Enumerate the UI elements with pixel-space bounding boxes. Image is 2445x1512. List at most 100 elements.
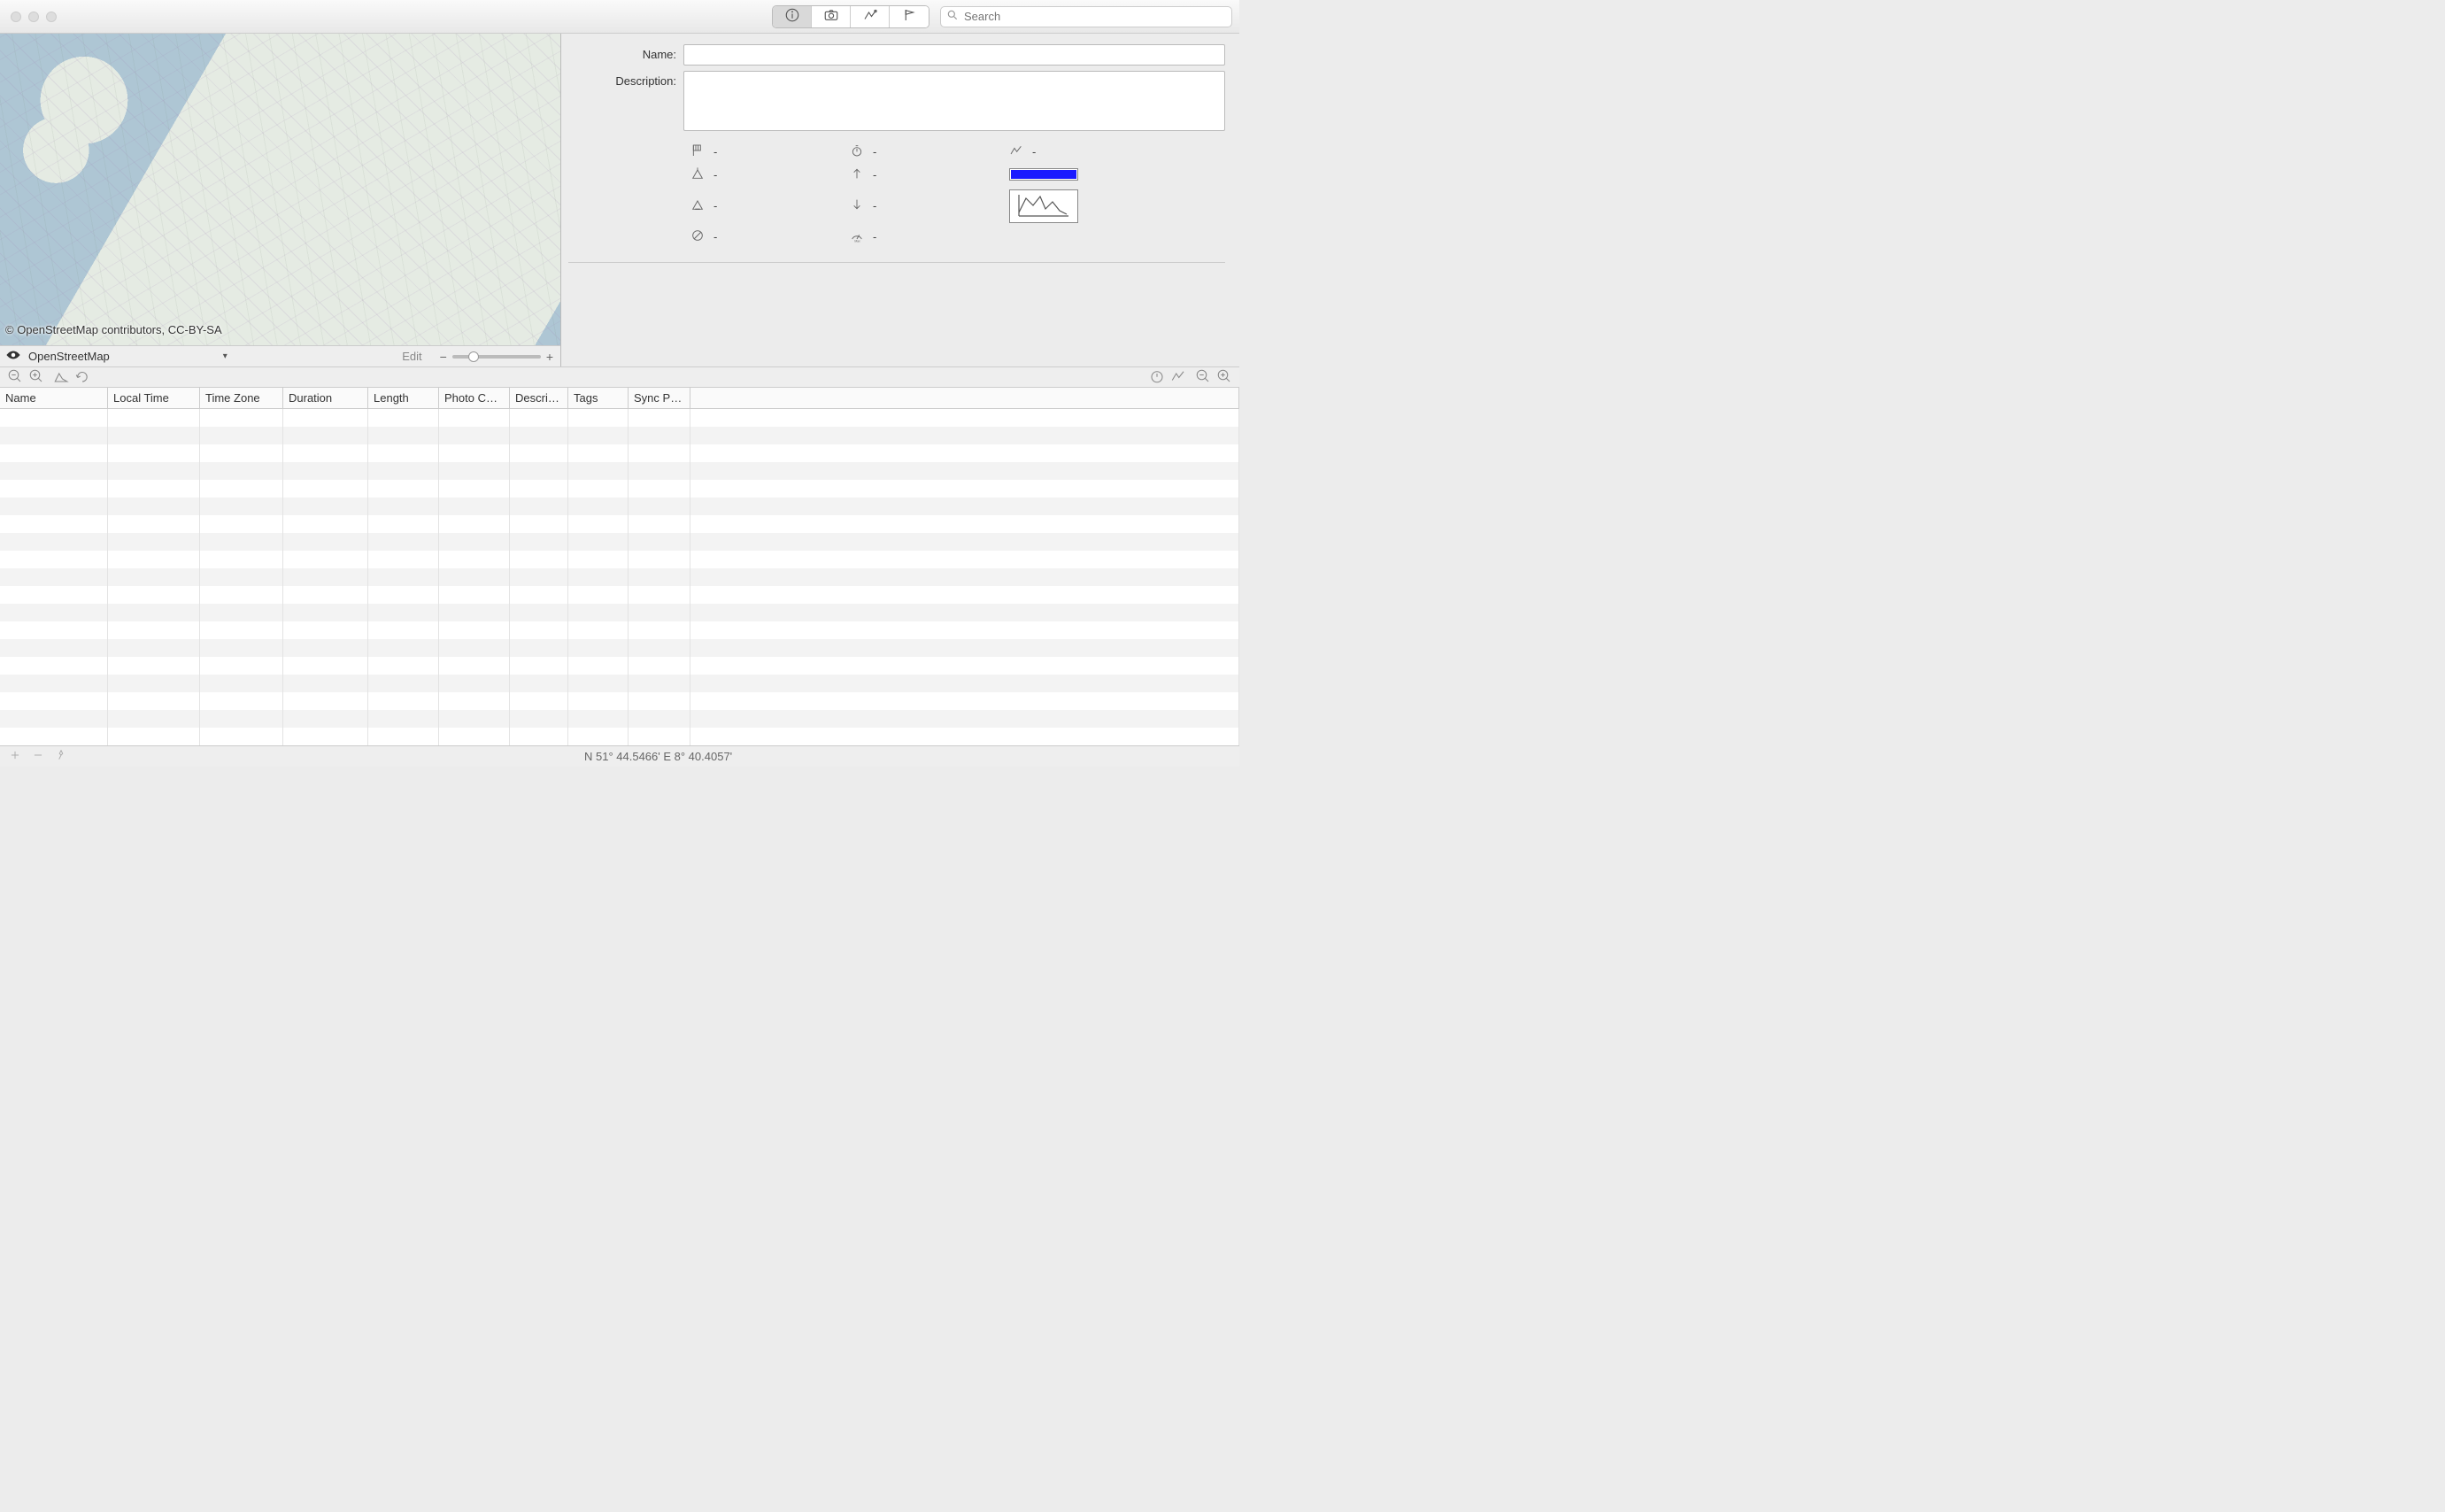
table-row[interactable] <box>0 621 1239 639</box>
route-icon <box>862 7 878 26</box>
stat-max-speed: - <box>873 230 876 243</box>
visibility-icon[interactable] <box>5 349 21 364</box>
description-label: Description: <box>568 71 683 88</box>
waypoint-tab-button[interactable] <box>890 6 929 27</box>
chevron-down-icon[interactable]: ▾ <box>223 351 228 361</box>
col-tags[interactable]: Tags <box>568 388 629 408</box>
close-window-button[interactable] <box>11 12 21 22</box>
table-row[interactable] <box>0 551 1239 568</box>
titlebar <box>0 0 1239 34</box>
table-row[interactable] <box>0 444 1239 462</box>
zoom-in-map-button[interactable] <box>28 368 44 387</box>
stat-track: - <box>1032 145 1036 158</box>
zoom-out-button[interactable]: − <box>438 350 449 364</box>
col-name[interactable]: Name <box>0 388 108 408</box>
table-row[interactable] <box>0 639 1239 657</box>
table-row[interactable] <box>0 515 1239 533</box>
track-edit-icon[interactable] <box>1170 368 1186 387</box>
toolbar-segment <box>772 5 929 28</box>
photos-tab-button[interactable] <box>812 6 851 27</box>
map-attribution: © OpenStreetMap contributors, CC-BY-SA <box>5 323 222 336</box>
zoom-in-button[interactable]: + <box>544 350 555 364</box>
elevation-chart-button[interactable] <box>1009 189 1078 223</box>
info-icon <box>784 7 800 26</box>
col-length[interactable]: Length <box>368 388 439 408</box>
table-row[interactable] <box>0 427 1239 444</box>
chart-icon <box>1017 193 1070 220</box>
table-row[interactable] <box>0 604 1239 621</box>
name-input[interactable] <box>683 44 1225 66</box>
stat-elev-min: - <box>713 199 717 212</box>
search-field[interactable] <box>940 6 1232 27</box>
zoom-out-map-button[interactable] <box>7 368 23 387</box>
flag-icon <box>901 7 917 26</box>
track-table: Name Local Time Time Zone Duration Lengt… <box>0 388 1239 745</box>
table-row[interactable] <box>0 710 1239 728</box>
arrow-down-icon <box>850 197 864 214</box>
col-sync-photos[interactable]: Sync Pho… <box>629 388 690 408</box>
col-spacer <box>690 388 1239 408</box>
col-duration[interactable]: Duration <box>283 388 368 408</box>
speedometer-icon: Max <box>850 228 864 245</box>
zoom-slider[interactable] <box>452 355 541 359</box>
map-toolbar: OpenStreetMap ▾ Edit − + <box>0 345 560 366</box>
col-photo-count[interactable]: Photo Count <box>439 388 510 408</box>
minimize-window-button[interactable] <box>28 12 39 22</box>
elevation-max-icon <box>690 166 705 183</box>
table-row[interactable] <box>0 728 1239 745</box>
stats-grid: - - - - - - - - Max- <box>690 142 1225 246</box>
remove-button[interactable] <box>32 749 44 764</box>
stat-avg: - <box>713 230 717 243</box>
search-input[interactable] <box>964 10 1226 23</box>
table-row[interactable] <box>0 498 1239 515</box>
table-row[interactable] <box>0 480 1239 498</box>
description-input[interactable] <box>683 71 1225 131</box>
map-source-dropdown[interactable]: OpenStreetMap <box>28 350 110 363</box>
stat-distance: - <box>713 145 717 158</box>
name-label: Name: <box>568 44 683 61</box>
undo-icon[interactable] <box>74 368 90 387</box>
col-time-zone[interactable]: Time Zone <box>200 388 283 408</box>
zoom-out-chart-button[interactable] <box>1195 368 1211 387</box>
table-row[interactable] <box>0 568 1239 586</box>
add-button[interactable] <box>9 749 21 764</box>
table-row[interactable] <box>0 675 1239 692</box>
pin-button[interactable] <box>55 749 67 764</box>
camera-icon <box>823 7 839 26</box>
map-pane[interactable]: © OpenStreetMap contributors, CC-BY-SA O… <box>0 34 561 366</box>
stopwatch-icon <box>850 143 864 160</box>
col-local-time[interactable]: Local Time <box>108 388 200 408</box>
table-header: Name Local Time Time Zone Duration Lengt… <box>0 388 1239 409</box>
map-zoom-control: − + <box>438 350 555 364</box>
table-toolbar <box>0 366 1239 388</box>
track-color-swatch[interactable] <box>1009 168 1078 181</box>
time-icon[interactable] <box>1149 368 1165 387</box>
table-row[interactable] <box>0 692 1239 710</box>
stat-duration: - <box>873 145 876 158</box>
map-edit-button[interactable]: Edit <box>393 350 430 363</box>
detail-pane: Name: Description: - - - - - - - - Max- <box>561 34 1239 366</box>
svg-text:Max: Max <box>854 239 860 243</box>
table-row[interactable] <box>0 586 1239 604</box>
window-controls <box>11 12 57 22</box>
info-tab-button[interactable] <box>773 6 812 27</box>
table-row[interactable] <box>0 533 1239 551</box>
map-roads <box>0 34 560 366</box>
search-icon <box>946 9 959 24</box>
coordinates-display: N 51° 44.5466' E 8° 40.4057' <box>584 750 732 763</box>
zoom-window-button[interactable] <box>46 12 57 22</box>
table-row[interactable] <box>0 409 1239 427</box>
stat-elev-max: - <box>713 168 717 181</box>
checkered-flag-icon <box>690 143 705 160</box>
track-icon <box>1009 143 1023 160</box>
col-description[interactable]: Descripti… <box>510 388 568 408</box>
detail-divider <box>568 262 1225 263</box>
table-body[interactable] <box>0 409 1239 745</box>
arrow-up-icon <box>850 166 864 183</box>
elevation-icon[interactable] <box>53 368 69 387</box>
zoom-in-chart-button[interactable] <box>1216 368 1232 387</box>
track-tab-button[interactable] <box>851 6 890 27</box>
table-row[interactable] <box>0 657 1239 675</box>
table-row[interactable] <box>0 462 1239 480</box>
status-bar: N 51° 44.5466' E 8° 40.4057' <box>0 745 1239 767</box>
